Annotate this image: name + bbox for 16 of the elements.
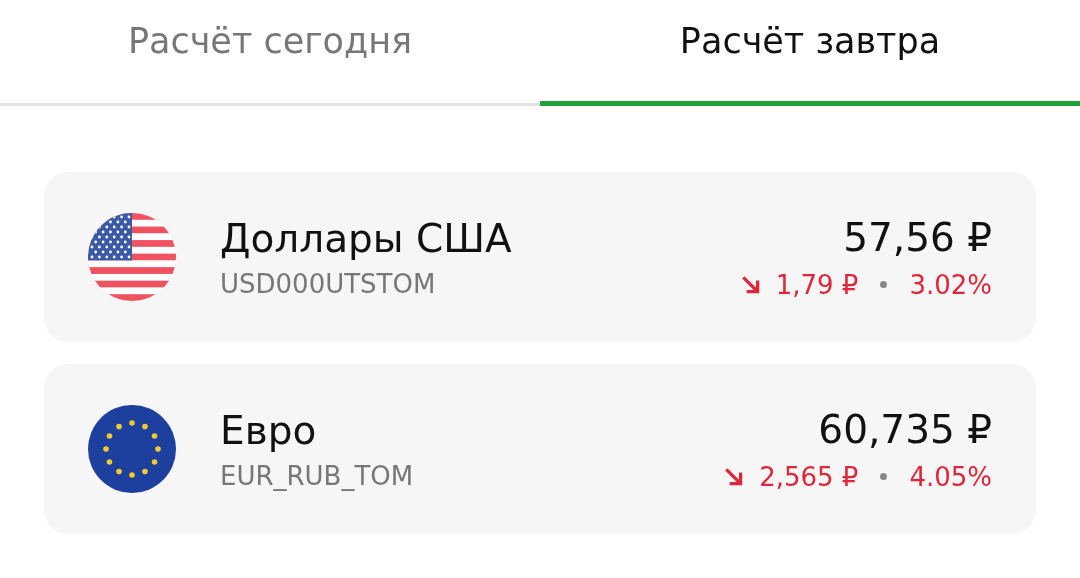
change-value: 2,565 ₽ (759, 461, 859, 492)
currency-card[interactable]: Доллары США USD000UTSTOM 57,56 ₽ 1,79 ₽ 3.02% (44, 172, 1036, 342)
ticker-code: USD000UTSTOM (220, 268, 437, 299)
separator-dot-icon (880, 281, 888, 288)
tab[interactable]: Расчёт сегодня (0, 0, 540, 106)
currency-card[interactable]: Евро EUR_RUB_TOM 60,735 ₽ 2,565 ₽ 4.05% (44, 364, 1036, 534)
price-value: 60,735 ₽ (818, 406, 992, 452)
currency-name: Евро (220, 407, 318, 453)
tab[interactable]: Расчёт завтра (540, 0, 1080, 106)
currency-name: Доллары США (220, 215, 513, 261)
change-percent: 3.02% (909, 269, 992, 300)
price-value: 57,56 ₽ (843, 214, 992, 260)
change-percent: 4.05% (909, 461, 992, 492)
ticker-code: EUR_RUB_TOM (220, 460, 415, 491)
separator-dot-icon (880, 473, 888, 480)
change-value: 1,79 ₽ (775, 269, 859, 300)
